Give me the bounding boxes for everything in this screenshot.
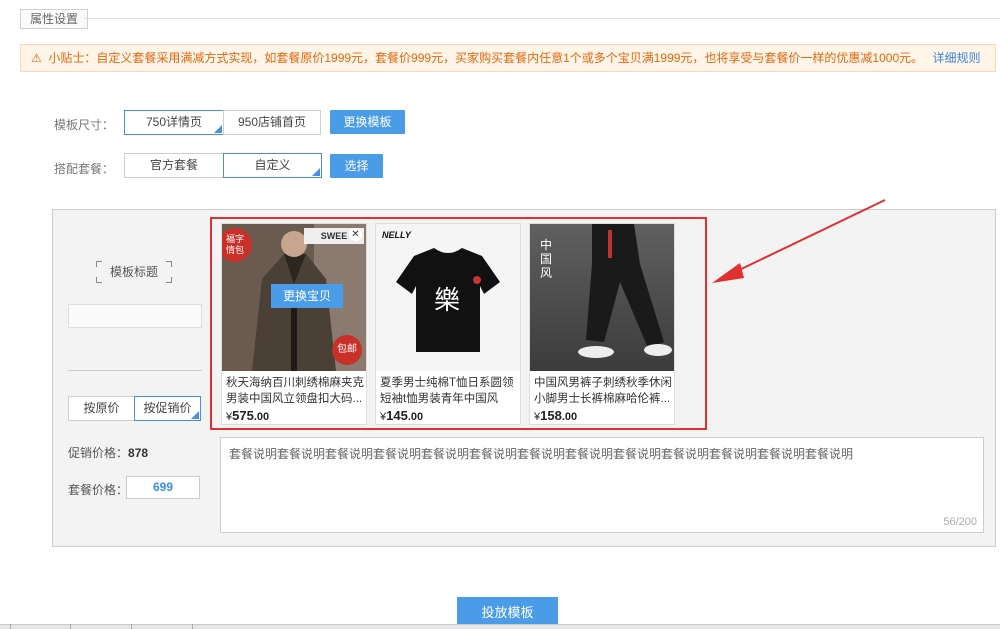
template-size-label: 模板尺寸： bbox=[54, 118, 115, 132]
product-price: ¥145.00 bbox=[380, 408, 424, 423]
scrollbar-tick bbox=[192, 624, 193, 629]
section-title: 属性设置 bbox=[20, 9, 89, 29]
template-title: 模板标题 bbox=[96, 261, 172, 283]
product-card[interactable]: 中国风 中国风男裤子刺绣秋季休闲小脚男士长裤棉麻哈伦裤... ¥158.00 bbox=[529, 223, 675, 425]
pants-graphic bbox=[578, 224, 672, 358]
left-divider bbox=[68, 370, 202, 371]
package-price-input[interactable]: 699 bbox=[126, 476, 200, 499]
shirt-character: 樂 bbox=[434, 286, 461, 316]
tip-text: 小贴士：自定义套餐采用满减方式实现，如套餐原价1999元，套餐价999元，买家购… bbox=[48, 51, 924, 65]
description-text: 套餐说明套餐说明套餐说明套餐说明套餐说明套餐说明套餐说明套餐说明套餐说明套餐说明… bbox=[229, 447, 854, 461]
promo-price: 促销价格：878 bbox=[68, 446, 149, 460]
page: 属性设置 ⚠ 小贴士：自定义套餐采用满减方式实现，如套餐原价1999元，套餐价9… bbox=[0, 0, 1000, 629]
option-750-detail[interactable]: 750详情页 bbox=[124, 110, 224, 135]
bottom-scrollbar[interactable] bbox=[0, 624, 1000, 629]
free-shipping-badge: 包邮 bbox=[332, 335, 362, 365]
product-card[interactable]: SWEE 福字 情包 包邮 ✕ 更换宝贝 秋天海纳百川刺绣棉麻夹克男装中国风立领… bbox=[221, 223, 367, 425]
by-promo-price-button[interactable]: 按促销价 bbox=[134, 396, 201, 421]
product-image: SWEE 福字 情包 包邮 ✕ 更换宝贝 bbox=[222, 224, 366, 371]
package-label: 搭配套餐： bbox=[54, 162, 115, 176]
product-price: ¥575.00 bbox=[226, 408, 270, 423]
by-original-price-button[interactable]: 按原价 bbox=[68, 396, 135, 421]
section-divider bbox=[84, 18, 1000, 19]
scrollbar-tick bbox=[10, 624, 11, 629]
close-icon[interactable]: ✕ bbox=[349, 228, 362, 241]
template-title-input[interactable] bbox=[68, 304, 202, 328]
swap-item-button[interactable]: 更换宝贝 bbox=[271, 284, 343, 308]
tip-banner: ⚠ 小贴士：自定义套餐采用满减方式实现，如套餐原价1999元，套餐价999元，买… bbox=[20, 44, 996, 72]
scrollbar-tick bbox=[131, 624, 132, 629]
option-custom-package[interactable]: 自定义 bbox=[223, 153, 322, 178]
package-description-input[interactable]: 套餐说明套餐说明套餐说明套餐说明套餐说明套餐说明套餐说明套餐说明套餐说明套餐说明… bbox=[220, 437, 984, 533]
warning-icon: ⚠ bbox=[31, 51, 42, 65]
product-title: 夏季男士纯棉T恤日系圆领短袖t恤男装青年中国风 bbox=[380, 377, 514, 405]
product-image: 中国风 bbox=[530, 224, 674, 371]
product-title: 中国风男裤子刺绣秋季休闲小脚男士长裤棉麻哈伦裤... bbox=[534, 377, 672, 405]
select-button[interactable]: 选择 bbox=[330, 154, 383, 178]
product-card[interactable]: NELLY 樂 夏季男士纯棉T恤日系圆领短袖t恤男装青年中国风 ¥145.00 bbox=[375, 223, 521, 425]
detail-rules-link[interactable]: 详细规则 bbox=[932, 51, 980, 65]
option-950-homepage[interactable]: 950店铺首页 bbox=[223, 110, 321, 135]
change-template-button[interactable]: 更换模板 bbox=[330, 110, 405, 134]
scrollbar-tick bbox=[70, 624, 71, 629]
char-count: 56/200 bbox=[943, 516, 977, 528]
option-official-package[interactable]: 官方套餐 bbox=[124, 153, 224, 178]
product-group: SWEE 福字 情包 包邮 ✕ 更换宝贝 秋天海纳百川刺绣棉麻夹克男装中国风立领… bbox=[210, 217, 707, 430]
product-price: ¥158.00 bbox=[534, 408, 578, 423]
product-title: 秋天海纳百川刺绣棉麻夹克男装中国风立领盘扣大码... bbox=[226, 377, 364, 405]
product-image: NELLY 樂 bbox=[376, 224, 520, 371]
package-price-label: 套餐价格： bbox=[68, 483, 129, 497]
